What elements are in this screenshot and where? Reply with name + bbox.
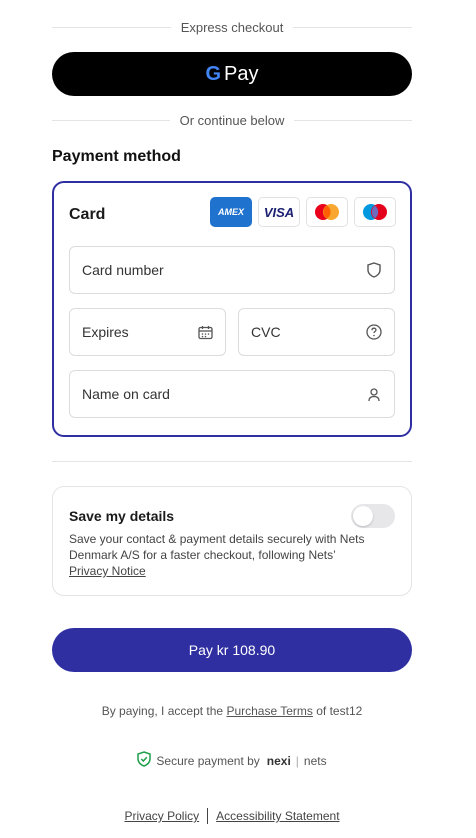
- purchase-terms-text: By paying, I accept the Purchase Terms o…: [101, 704, 363, 718]
- toggle-knob: [353, 506, 373, 526]
- purchase-terms-link[interactable]: Purchase Terms: [226, 704, 312, 718]
- shield-check-icon: [137, 751, 152, 770]
- continue-below-label: Or continue below: [179, 112, 285, 128]
- save-details-panel: Save my details Save your contact & paym…: [52, 486, 412, 596]
- visa-icon: VISA: [258, 197, 300, 227]
- google-pay-label: Pay: [224, 62, 259, 85]
- pay-button[interactable]: Pay kr 108.90: [52, 628, 412, 672]
- secure-payment-badge: Secure payment by nexi | nets: [52, 751, 412, 770]
- expires-input[interactable]: Expires: [69, 308, 226, 356]
- card-title: Card: [69, 206, 106, 223]
- section-divider: [52, 461, 412, 462]
- save-details-toggle[interactable]: [351, 504, 395, 528]
- nexi-logo: nexi: [266, 753, 291, 768]
- accessibility-statement-link[interactable]: Accessibility Statement: [216, 809, 339, 823]
- continue-below-divider: Or continue below: [52, 112, 412, 128]
- payment-method-title: Payment method: [52, 148, 181, 165]
- save-details-description: Save your contact & payment details secu…: [69, 532, 365, 578]
- cvc-placeholder: CVC: [251, 324, 281, 340]
- privacy-policy-link[interactable]: Privacy Policy: [124, 809, 199, 823]
- mastercard-icon: [306, 197, 348, 227]
- google-pay-button[interactable]: G Pay: [52, 52, 412, 96]
- express-checkout-divider: Express checkout: [52, 19, 413, 35]
- name-on-card-placeholder: Name on card: [82, 386, 170, 402]
- cvc-input[interactable]: CVC: [238, 308, 395, 356]
- privacy-notice-link[interactable]: Privacy Notice: [69, 564, 146, 578]
- card-number-input[interactable]: Card number: [69, 246, 395, 294]
- shield-icon: [366, 262, 382, 278]
- user-icon: [366, 386, 382, 402]
- amex-icon: AMEX: [210, 197, 252, 227]
- name-on-card-input[interactable]: Name on card: [69, 370, 395, 418]
- help-icon[interactable]: [366, 324, 382, 340]
- card-number-placeholder: Card number: [82, 262, 164, 278]
- maestro-icon: [354, 197, 396, 227]
- secure-payment-label: Secure payment by: [156, 753, 260, 768]
- calendar-icon: [197, 324, 213, 340]
- nets-logo: nets: [303, 753, 327, 768]
- save-details-title: Save my details: [69, 508, 175, 524]
- footer-links: Privacy Policy Accessibility Statement: [52, 808, 412, 824]
- express-checkout-label: Express checkout: [180, 19, 284, 35]
- expires-placeholder: Expires: [82, 324, 129, 340]
- card-brands: AMEX VISA: [210, 197, 396, 227]
- google-g-icon: G: [205, 62, 222, 85]
- card-payment-panel: Card AMEX VISA Card number Expires CVC N…: [52, 181, 412, 437]
